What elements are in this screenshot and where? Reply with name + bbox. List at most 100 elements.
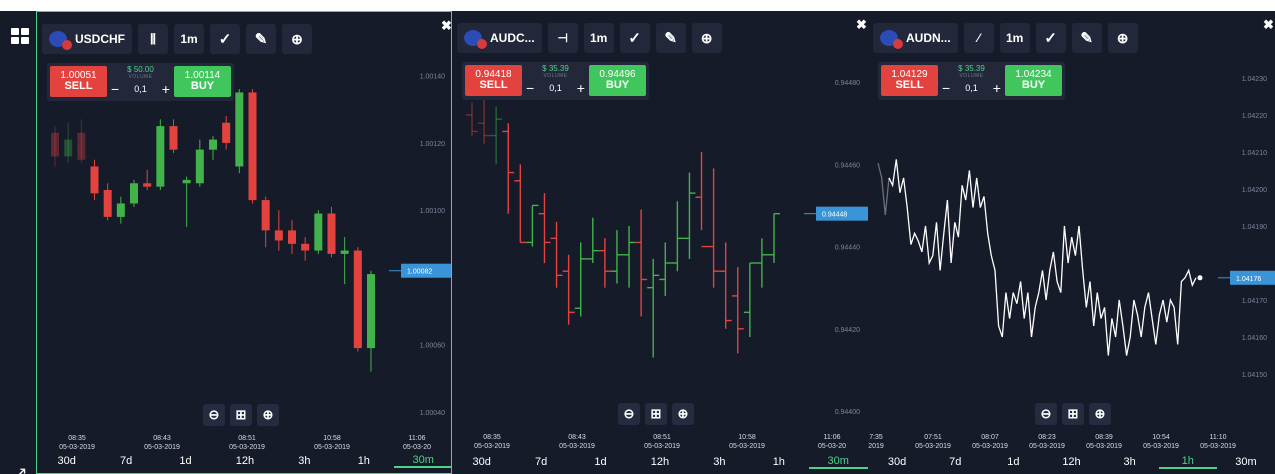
sell-button[interactable]: 1.00051 SELL [50,66,107,97]
timeframe-30m[interactable]: 30m [1217,456,1275,468]
date-axis-label: 05-03-2019 [1029,443,1065,450]
left-toolbar: ↗ [0,11,36,474]
time-axis-label: 08:39 [1095,434,1113,441]
timeframe-12h[interactable]: 12h [1042,456,1100,468]
time-axis-label: 08:51 [238,435,256,442]
chart-panel-audcad: AUDC... ⊣ 1m ✓ ✎ ⊕ ✖ 0.94480 0.94460 0.944… [452,11,868,474]
zoom-in-icon[interactable]: ⊕ [257,404,279,426]
date-axis-label: 05-03-2019 [59,444,95,451]
timeframe-1d[interactable]: 1d [984,456,1042,468]
price-axis-label: 1.04150 [1242,372,1267,379]
timeframe-1h[interactable]: 1h [334,455,393,467]
expand-arrow-icon[interactable]: ↗ [14,463,27,474]
timeframe-3h[interactable]: 3h [275,455,334,467]
timeframe-30m[interactable]: 30m [393,454,451,468]
zoom-out-icon[interactable]: ⊖ [618,403,640,425]
zoom-fit-icon[interactable]: ⊞ [645,403,667,425]
current-price-value: 0.94448 [822,212,847,219]
timeframe-bar: 30d 7d 1d 12h 3h 1h 30m [868,453,1275,471]
timeframe-30m[interactable]: 30m [808,455,868,469]
trade-widget: 1.04129 SELL $ 35.39 VOLUME − 0,1 + 1.04… [878,62,1065,100]
buy-button[interactable]: 1.04234 BUY [1005,65,1062,96]
date-axis-label: 05-03-2019 [1086,443,1122,450]
trade-widget: 0.94418 SELL $ 35.39 VOLUME − 0,1 + 0.94… [462,62,649,100]
price-axis-label: 0.94420 [835,327,860,334]
timeframe-1d[interactable]: 1d [156,455,215,467]
candle-body [353,250,362,349]
current-price-value: 1.00082 [407,269,432,276]
timeframe-7d[interactable]: 7d [511,456,570,468]
zoom-controls: ⊖ ⊞ ⊕ [618,403,694,425]
timeframe-7d[interactable]: 7d [926,456,984,468]
sell-button[interactable]: 0.94418 SELL [465,65,522,96]
price-axis-label: 1.00140 [420,74,445,81]
margin-value: $ 50.00 [127,65,154,74]
volume-plus-button[interactable]: + [993,80,1001,96]
candle-body [288,230,296,244]
volume-control: $ 50.00 VOLUME − 0,1 + [107,65,174,99]
sell-button[interactable]: 1.04129 SELL [881,65,938,96]
timeframe-1h[interactable]: 1h [1158,455,1217,469]
grid-layout-icon[interactable] [11,28,29,44]
timeframe-3h[interactable]: 3h [1101,456,1159,468]
price-axis-label: 0.94400 [835,409,860,416]
candle-body [209,139,217,150]
volume-value[interactable]: 0,1 [965,83,978,93]
timeframe-30d[interactable]: 30d [37,455,96,467]
volume-control: $ 35.39 VOLUME − 0,1 + [938,64,1005,98]
volume-minus-button[interactable]: − [942,80,950,96]
date-axis-label: 05-03-2019 [1200,443,1236,450]
time-axis-label: 08:35 [68,435,86,442]
timeframe-7d[interactable]: 7d [96,455,155,467]
candle-body [222,122,231,143]
zoom-controls: ⊖ ⊞ ⊕ [1035,403,1111,425]
time-axis-label: 08:43 [568,434,586,441]
timeframe-12h[interactable]: 12h [630,456,689,468]
volume-value[interactable]: 0,1 [549,83,562,93]
volume-value[interactable]: 0,1 [134,84,147,94]
candle-body [314,213,323,251]
price-axis-label: 1.04230 [1242,76,1267,83]
timeframe-1d[interactable]: 1d [571,456,630,468]
zoom-in-icon[interactable]: ⊕ [672,403,694,425]
time-axis-label: 08:23 [1038,434,1056,441]
timeframe-3h[interactable]: 3h [690,456,749,468]
candle-body [169,126,178,150]
volume-minus-button[interactable]: − [111,81,119,97]
chart-panel-audnzd: AUDN... ⁄ 1m ✓ ✎ ⊕ ✖ 1.04230 1.04220 1.042… [868,11,1275,474]
candle-body [274,230,283,241]
candle-body [64,139,73,157]
volume-plus-button[interactable]: + [162,81,170,97]
sell-label: SELL [895,79,924,91]
sell-label: SELL [479,79,508,91]
volume-minus-button[interactable]: − [526,80,534,96]
candle-body [367,274,375,349]
volume-plus-button[interactable]: + [577,80,585,96]
buy-label: BUY [605,79,630,91]
candle-body [51,132,59,157]
zoom-fit-icon[interactable]: ⊞ [230,404,252,426]
buy-button[interactable]: 0.94496 BUY [589,65,646,96]
price-axis-label: 1.00060 [420,343,445,350]
buy-button[interactable]: 1.00114 BUY [174,66,231,97]
price-line-faded [877,162,890,215]
date-axis-label: 05-03-2019 [644,443,680,450]
timeframe-1h[interactable]: 1h [749,456,808,468]
zoom-out-icon[interactable]: ⊖ [1035,403,1057,425]
candle-body [103,190,112,217]
zoom-out-icon[interactable]: ⊖ [203,404,225,426]
zoom-in-icon[interactable]: ⊕ [1089,403,1111,425]
price-line [888,159,1197,356]
candle-body [195,149,204,184]
time-axis-label: 10:58 [323,435,341,442]
timeframe-30d[interactable]: 30d [868,456,926,468]
time-axis-label: 11:10 [1210,434,1227,441]
time-axis-label: 7:35 [869,434,883,441]
date-axis-label: 05-03-2019 [474,443,510,450]
candle-body [130,183,138,204]
zoom-fit-icon[interactable]: ⊞ [1062,403,1084,425]
margin-value: $ 35.39 [542,64,569,73]
timeframe-30d[interactable]: 30d [452,456,511,468]
date-axis-label: 05-03-2019 [1143,443,1179,450]
timeframe-12h[interactable]: 12h [215,455,274,467]
